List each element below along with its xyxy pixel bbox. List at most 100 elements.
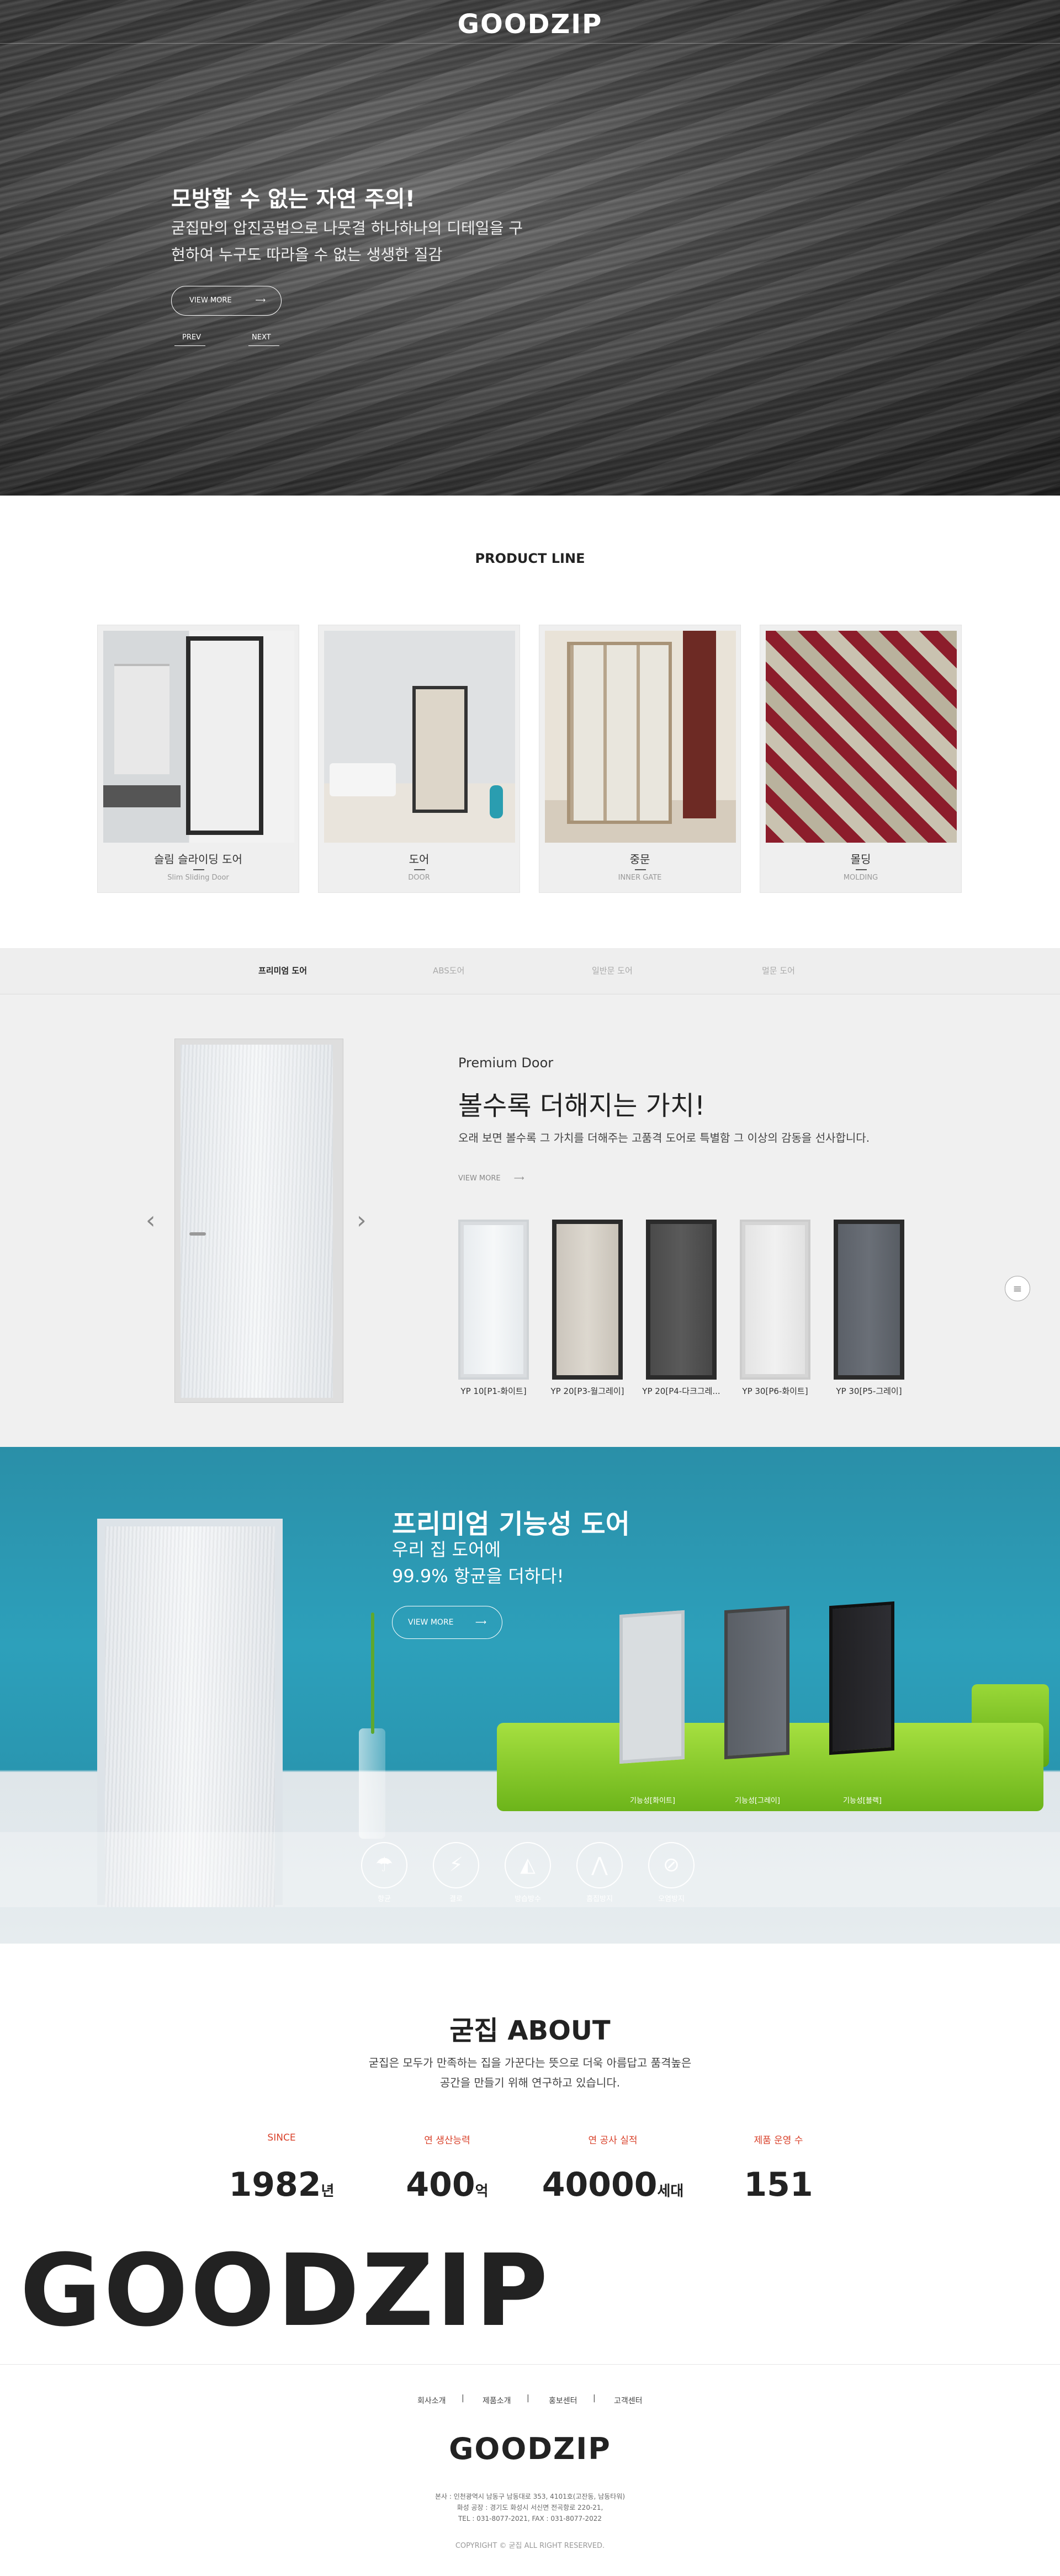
functional-title: 프리미엄 기능성 도어: [392, 1509, 630, 1540]
footer-nav-products[interactable]: 제품소개: [483, 2395, 511, 2406]
stat-unit: 억: [475, 2183, 489, 2200]
thumb-door: [646, 1220, 717, 1380]
product-name: 슬림 슬라이딩 도어: [154, 853, 242, 866]
footer-logo[interactable]: GOODZIP: [0, 2431, 1060, 2466]
product-divider: [856, 869, 867, 870]
thumb-label: YP 20[P4-다크그레...: [642, 1386, 720, 1396]
functional-door-section: 프리미엄 기능성 도어 우리 집 도어에 99.9% 항균을 더하다! VIEW…: [0, 1447, 1060, 1944]
large-brand-logo: GOODZIP: [20, 2233, 550, 2349]
product-card-slim-sliding[interactable]: 슬림 슬라이딩 도어 Slim Sliding Door: [97, 625, 299, 893]
stain-icon: ⊘: [648, 1842, 695, 1888]
chevron-right-icon[interactable]: ›: [357, 1209, 367, 1233]
thumb-panel: [556, 1224, 618, 1375]
functional-subtitle-line: 99.9% 항균을 더하다!: [392, 1566, 564, 1587]
thumb-panel: [838, 1224, 900, 1375]
product-divider: [635, 869, 646, 870]
premium-label: Premium Door: [458, 1055, 554, 1071]
product-line-title: PRODUCT LINE: [475, 551, 585, 566]
thumb-panel: [745, 1225, 805, 1374]
thumb-door: [834, 1220, 904, 1380]
thumb-door: [458, 1220, 529, 1380]
premium-title: 볼수록 더해지는 가치!: [458, 1090, 706, 1121]
door-category-tabs: 프리미엄 도어 ABS도어 일반문 도어 멀문 도어: [0, 948, 1060, 994]
door-frame: [412, 686, 468, 813]
door-thumbnail[interactable]: YP 30[P5-그레이]: [834, 1220, 904, 1396]
hero-view-more-button[interactable]: VIEW MORE ⟶: [171, 286, 282, 316]
molding-image: [766, 631, 957, 843]
footer-address-line: 본사 : 인천광역시 남동구 남동대로 353, 4101호(고잔동, 남동타워…: [434, 2493, 626, 2500]
door-thumbnail[interactable]: YP 20[P4-다크그레...: [642, 1220, 720, 1396]
next-line: [248, 345, 279, 346]
premium-description: 오래 보면 볼수록 그 가치를 더해주는 고품격 도어로 특별함 그 이상의 감…: [458, 1131, 870, 1145]
footer-nav-pr[interactable]: 홍보센터: [549, 2395, 577, 2406]
about-title: 굳집 ABOUT: [449, 2015, 611, 2046]
product-name: 중문: [629, 853, 650, 866]
product-card-door[interactable]: 도어 DOOR: [318, 625, 520, 893]
cabinet: [103, 785, 181, 807]
prev-label: PREV: [182, 333, 201, 342]
product-name: 도어: [409, 853, 430, 866]
plant-stem: [371, 1612, 374, 1734]
tab-abs-door[interactable]: ABS도어: [433, 965, 464, 976]
tab-premium-door[interactable]: 프리미엄 도어: [258, 965, 307, 976]
bed: [330, 763, 396, 796]
page: GOODZIP 모방할 수 없는 자연 주의! 굳집만의 압진공법으로 나뭇결 …: [0, 0, 1060, 2576]
functional-door-white[interactable]: [619, 1610, 685, 1764]
product-divider: [414, 869, 425, 870]
tab-other-door[interactable]: 멀문 도어: [762, 965, 795, 976]
door-panel: [181, 1045, 333, 1398]
sliding-frame: [186, 636, 263, 835]
premium-door-large: [174, 1039, 343, 1403]
functional-door-gray[interactable]: [724, 1605, 789, 1760]
gate-frame: [567, 642, 672, 824]
stat-value: 151: [696, 2165, 861, 2204]
hero-prev-button[interactable]: PREV: [174, 333, 205, 346]
stat-value: 40000세대: [530, 2165, 696, 2204]
door-thumbnail[interactable]: YP 30[P6-화이트]: [740, 1220, 810, 1396]
functional-door-label: 기능성[블랙]: [843, 1797, 882, 1805]
view-more-label: VIEW MORE: [458, 1174, 501, 1183]
footer-nav-support[interactable]: 고객센터: [614, 2395, 643, 2406]
feature-label: 흠집방지: [586, 1895, 613, 1903]
functional-door-black[interactable]: [829, 1601, 894, 1755]
chevron-left-icon[interactable]: ‹: [146, 1209, 156, 1233]
feature-label: 결로: [449, 1895, 463, 1903]
hero-next-button[interactable]: NEXT: [248, 333, 279, 346]
product-name: 몰딩: [850, 853, 871, 866]
tab-general-door[interactable]: 일반문 도어: [592, 965, 633, 976]
hero-description: 굳집만의 압진공법으로 나뭇결 하나하나의 디테일을 구 현하여 누구도 따라올…: [171, 215, 569, 268]
arrow-right-icon: ⟶: [475, 1618, 486, 1627]
inner-gate-image: [545, 631, 736, 843]
premium-view-more-link[interactable]: VIEW MORE ⟶: [458, 1174, 524, 1183]
footer-nav-company[interactable]: 회사소개: [417, 2395, 446, 2406]
about-description-line: 공간을 만들기 위해 연구하고 있습니다.: [439, 2076, 621, 2089]
stat-number: 400: [406, 2165, 475, 2204]
hero-banner: GOODZIP 모방할 수 없는 자연 주의! 굳집만의 압진공법으로 나뭇결 …: [0, 0, 1060, 496]
door-thumbnail[interactable]: YP 20[P3-월그레이]: [551, 1220, 624, 1396]
header-logo[interactable]: GOODZIP: [0, 9, 1060, 40]
footer-divider: [0, 2364, 1060, 2365]
thumb-panel: [464, 1225, 523, 1374]
product-card-inner-gate[interactable]: 중문 INNER GATE: [539, 625, 741, 893]
thumb-door: [740, 1220, 810, 1380]
door-thumbnail[interactable]: YP 10[P1-화이트]: [458, 1220, 529, 1396]
stat-number: 40000: [542, 2165, 658, 2204]
about-description: 굳집은 모두가 만족하는 집을 가꾼다는 뜻으로 더욱 아름답고 품격높은 공간…: [0, 2053, 1060, 2093]
vase: [359, 1728, 385, 1839]
scratch-icon: ⋀: [576, 1842, 623, 1888]
footer-nav-separator: |: [527, 2394, 529, 2403]
functional-subtitle-line: 우리 집 도어에: [392, 1539, 501, 1560]
feature-label: 항균: [378, 1895, 391, 1903]
menu-list-icon[interactable]: ≡: [1005, 1276, 1030, 1301]
arrow-right-icon: ⟶: [513, 1174, 524, 1183]
functional-view-more-button[interactable]: VIEW MORE ⟶: [392, 1606, 502, 1639]
thumb-label: YP 30[P5-그레이]: [836, 1386, 902, 1396]
hero-title: 모방할 수 없는 자연 주의!: [171, 187, 415, 212]
product-card-molding[interactable]: 몰딩 MOLDING: [760, 625, 962, 893]
footer-address: 본사 : 인천광역시 남동구 남동대로 353, 4101호(고잔동, 남동타워…: [0, 2491, 1060, 2524]
stat-value: 400억: [364, 2165, 530, 2204]
arrow-right-icon: ⟶: [255, 296, 266, 305]
product-subname: INNER GATE: [618, 874, 662, 882]
functional-subtitle: 우리 집 도어에 99.9% 항균을 더하다!: [392, 1536, 564, 1589]
functional-door-label: 기능성[화이트]: [630, 1797, 675, 1805]
